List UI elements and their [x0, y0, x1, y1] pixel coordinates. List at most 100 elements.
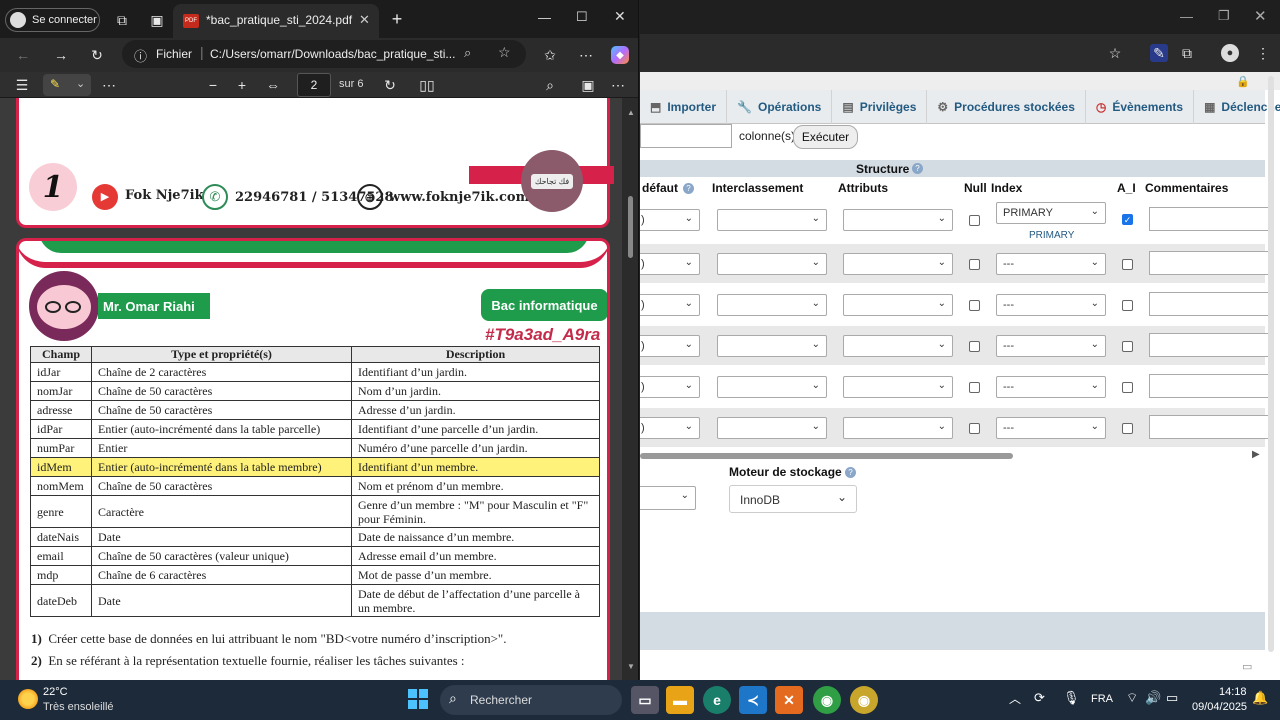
help-icon[interactable]: ?: [683, 183, 694, 194]
more-dots-icon[interactable]: ⋯: [609, 76, 627, 94]
close-icon[interactable]: ✕: [614, 8, 626, 25]
comment-input[interactable]: [1149, 292, 1269, 316]
columns-count-input[interactable]: [640, 124, 732, 148]
tab-privileges[interactable]: ▤ Privilèges: [832, 89, 928, 124]
tab-pdf[interactable]: PDF *bac_pratique_sti_2024.pdf ✕: [173, 4, 379, 38]
more-tools-icon[interactable]: ⋯: [100, 76, 118, 94]
default-select[interactable]: ) ⌄: [640, 335, 700, 357]
minimize-icon[interactable]: —: [1180, 9, 1193, 24]
more-dots-icon[interactable]: ⋯: [577, 46, 595, 64]
back-icon[interactable]: ←: [14, 46, 32, 64]
execute-button[interactable]: Exécuter: [793, 125, 858, 149]
minimize-icon[interactable]: —: [538, 10, 551, 25]
taskbar-search[interactable]: ⌕ Rechercher: [440, 685, 622, 715]
default-select[interactable]: ) ⌄: [640, 376, 700, 398]
sync-icon[interactable]: ⟳: [1034, 690, 1045, 706]
horizontal-scrollbar[interactable]: [640, 453, 1013, 459]
collation-select[interactable]: ⌄: [717, 209, 827, 231]
microphone-icon[interactable]: 🎙: [1063, 690, 1080, 706]
ai-checkbox[interactable]: [1122, 300, 1133, 311]
taskview-icon[interactable]: ▭: [631, 686, 659, 714]
tab-events[interactable]: ◷ Évènements: [1086, 89, 1195, 124]
attributes-select[interactable]: ⌄: [843, 294, 953, 316]
attributes-select[interactable]: ⌄: [843, 376, 953, 398]
extension-icon[interactable]: ✎: [1150, 44, 1168, 62]
chrome-alt-icon[interactable]: ◉: [850, 686, 878, 714]
zoom-in-icon[interactable]: +: [233, 76, 251, 94]
null-checkbox[interactable]: [969, 259, 980, 270]
maximize-icon[interactable]: ❐: [1218, 8, 1230, 24]
null-checkbox[interactable]: [969, 215, 980, 226]
scroll-right-icon[interactable]: ▶: [1252, 449, 1260, 460]
bookmark-star-icon[interactable]: ☆: [1106, 44, 1124, 62]
null-checkbox[interactable]: [969, 300, 980, 311]
pdf-scrollbar[interactable]: ▲ ▼: [622, 98, 638, 680]
contents-list-icon[interactable]: ☰: [13, 76, 31, 94]
zoom-out-icon[interactable]: −: [204, 76, 222, 94]
ai-checkbox[interactable]: [1122, 341, 1133, 352]
help-icon[interactable]: ?: [912, 163, 923, 174]
tab-actions-icon[interactable]: ▣: [148, 11, 166, 29]
null-checkbox[interactable]: [969, 382, 980, 393]
highlight-tool[interactable]: ✎ ⌄: [43, 74, 91, 96]
page-number-input[interactable]: 2: [297, 73, 331, 97]
ai-checkbox[interactable]: [1122, 382, 1133, 393]
collation-select[interactable]: ⌄: [717, 253, 827, 275]
new-tab-icon[interactable]: +: [388, 9, 406, 29]
ai-checkbox[interactable]: [1122, 259, 1133, 270]
default-select[interactable]: ) ⌄: [640, 253, 700, 275]
battery-icon[interactable]: ▭: [1166, 690, 1178, 706]
engine-select[interactable]: InnoDB ⌄: [729, 485, 857, 513]
search-icon[interactable]: ⌕: [464, 45, 471, 61]
wifi-icon[interactable]: ⌔: [1126, 690, 1138, 706]
vertical-scrollbar[interactable]: [1268, 76, 1274, 652]
comment-input[interactable]: [1149, 207, 1269, 231]
extensions-puzzle-icon[interactable]: ⧉: [1178, 44, 1196, 62]
table-option-select[interactable]: ⌄: [640, 486, 696, 510]
refresh-icon[interactable]: ↻: [88, 46, 106, 64]
save-icon[interactable]: ▣: [579, 76, 597, 94]
ai-checkbox[interactable]: [1122, 423, 1133, 434]
maximize-icon[interactable]: ☐: [576, 9, 588, 25]
forward-icon[interactable]: →: [52, 46, 70, 64]
file-explorer-icon[interactable]: ▬: [666, 686, 694, 714]
index-select[interactable]: --- ⌄: [996, 335, 1106, 357]
tab-operations[interactable]: 🔧 Opérations: [727, 89, 833, 124]
index-select[interactable]: --- ⌄: [996, 253, 1106, 275]
help-icon[interactable]: ?: [845, 467, 856, 478]
collation-select[interactable]: ⌄: [717, 417, 827, 439]
vscode-icon[interactable]: ≺: [739, 686, 767, 714]
page-view-icon[interactable]: ▯▯: [418, 76, 436, 94]
tab-importer[interactable]: ⬒ Importer: [640, 89, 728, 124]
close-icon[interactable]: ✕: [1254, 7, 1267, 25]
ai-checkbox[interactable]: ✓: [1122, 214, 1133, 225]
profile-button[interactable]: Se connecter: [5, 8, 100, 32]
volume-icon[interactable]: 🔊: [1145, 690, 1161, 706]
scroll-down-icon[interactable]: ▼: [627, 662, 635, 671]
attributes-select[interactable]: ⌄: [843, 417, 953, 439]
favorite-star-icon[interactable]: ☆: [498, 44, 511, 61]
tab-stored-procedures[interactable]: ⚙ Procédures stockées: [927, 89, 1086, 124]
default-select[interactable]: ) ⌄: [640, 417, 700, 439]
scroll-up-icon[interactable]: ▲: [627, 108, 635, 117]
attributes-select[interactable]: ⌄: [843, 209, 953, 231]
comment-input[interactable]: [1149, 333, 1269, 357]
chrome-icon[interactable]: ◉: [813, 686, 841, 714]
null-checkbox[interactable]: [969, 341, 980, 352]
scroll-thumb[interactable]: [628, 196, 633, 258]
chevron-up-icon[interactable]: ︿: [1009, 690, 1021, 707]
clock-time[interactable]: 14:18: [1219, 686, 1247, 698]
profile-avatar[interactable]: ●: [1221, 44, 1239, 62]
info-icon[interactable]: ⓘ: [134, 46, 147, 65]
index-select[interactable]: --- ⌄: [996, 376, 1106, 398]
comment-input[interactable]: [1149, 415, 1269, 439]
language-indicator[interactable]: FRA: [1091, 693, 1113, 705]
favorites-icon[interactable]: ✩: [541, 46, 559, 64]
weather-temp[interactable]: 22°C: [43, 686, 68, 698]
collation-select[interactable]: ⌄: [717, 376, 827, 398]
index-select[interactable]: PRIMARY ⌄: [996, 202, 1106, 224]
rotate-icon[interactable]: ↻: [381, 76, 399, 94]
index-select[interactable]: --- ⌄: [996, 294, 1106, 316]
attributes-select[interactable]: ⌄: [843, 335, 953, 357]
null-checkbox[interactable]: [969, 423, 980, 434]
